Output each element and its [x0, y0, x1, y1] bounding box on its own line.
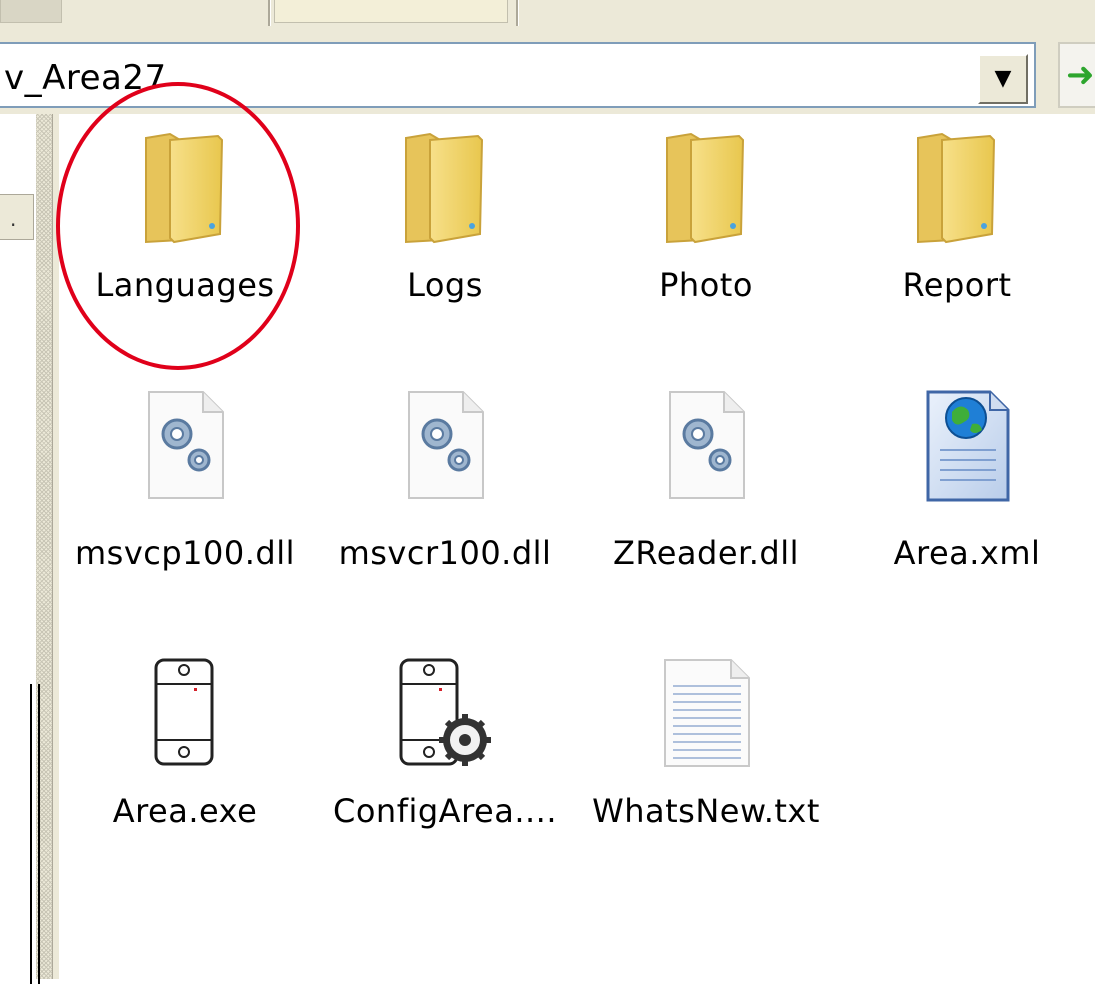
- file-item-msvcp100[interactable]: msvcp100.dll: [55, 388, 315, 578]
- folder-tree-pane: .: [0, 114, 59, 984]
- file-item-report[interactable]: Report: [827, 130, 1087, 310]
- file-item-area-exe[interactable]: Area.exe: [55, 656, 315, 836]
- tree-item[interactable]: .: [0, 194, 34, 240]
- file-name: ZReader.dll: [613, 534, 799, 572]
- dll-gear-icon: [576, 388, 836, 500]
- file-item-msvcr100[interactable]: msvcr100.dll: [315, 388, 575, 578]
- file-name: msvcp100.dll: [74, 534, 296, 572]
- xml-globe-icon: [837, 388, 1095, 502]
- file-name: msvcr100.dll: [338, 534, 552, 572]
- file-name: Report: [902, 266, 1012, 304]
- file-name: Area.xml: [893, 534, 1041, 572]
- dll-gear-icon: [315, 388, 575, 500]
- chevron-down-icon[interactable]: ▼: [978, 54, 1028, 104]
- file-item-logs[interactable]: Logs: [315, 130, 575, 310]
- file-name: Area.exe: [112, 792, 258, 830]
- dll-gear-icon: [55, 388, 315, 500]
- scrollbar-thumb[interactable]: [30, 684, 40, 984]
- highlight-circle-annotation: [56, 82, 300, 370]
- text-file-icon: [576, 656, 836, 768]
- toolbar-button[interactable]: [0, 0, 62, 23]
- file-item-configarea[interactable]: ConfigArea....: [315, 656, 575, 836]
- file-item-photo[interactable]: Photo: [576, 130, 836, 310]
- file-item-whatsnew[interactable]: WhatsNew.txt: [576, 656, 836, 836]
- folder-icon: [576, 130, 836, 246]
- toolbar-search-box[interactable]: [274, 0, 508, 23]
- file-name: Photo: [659, 266, 753, 304]
- toolbar: [0, 0, 1095, 31]
- toolbar-separator: [516, 0, 519, 26]
- exe-config-icon: [315, 656, 575, 772]
- file-name: Logs: [407, 266, 483, 304]
- exe-device-icon: [55, 656, 315, 768]
- folder-icon: [315, 130, 575, 246]
- file-name: ConfigArea....: [333, 792, 557, 830]
- file-name: WhatsNew.txt: [592, 792, 820, 830]
- folder-icon: [827, 130, 1087, 246]
- file-item-zreader[interactable]: ZReader.dll: [576, 388, 836, 578]
- tree-item-label: .: [10, 207, 17, 231]
- green-arrow-icon[interactable]: ➜: [1058, 42, 1095, 108]
- toolbar-separator: [268, 0, 271, 26]
- file-item-area-xml[interactable]: Area.xml: [837, 388, 1095, 578]
